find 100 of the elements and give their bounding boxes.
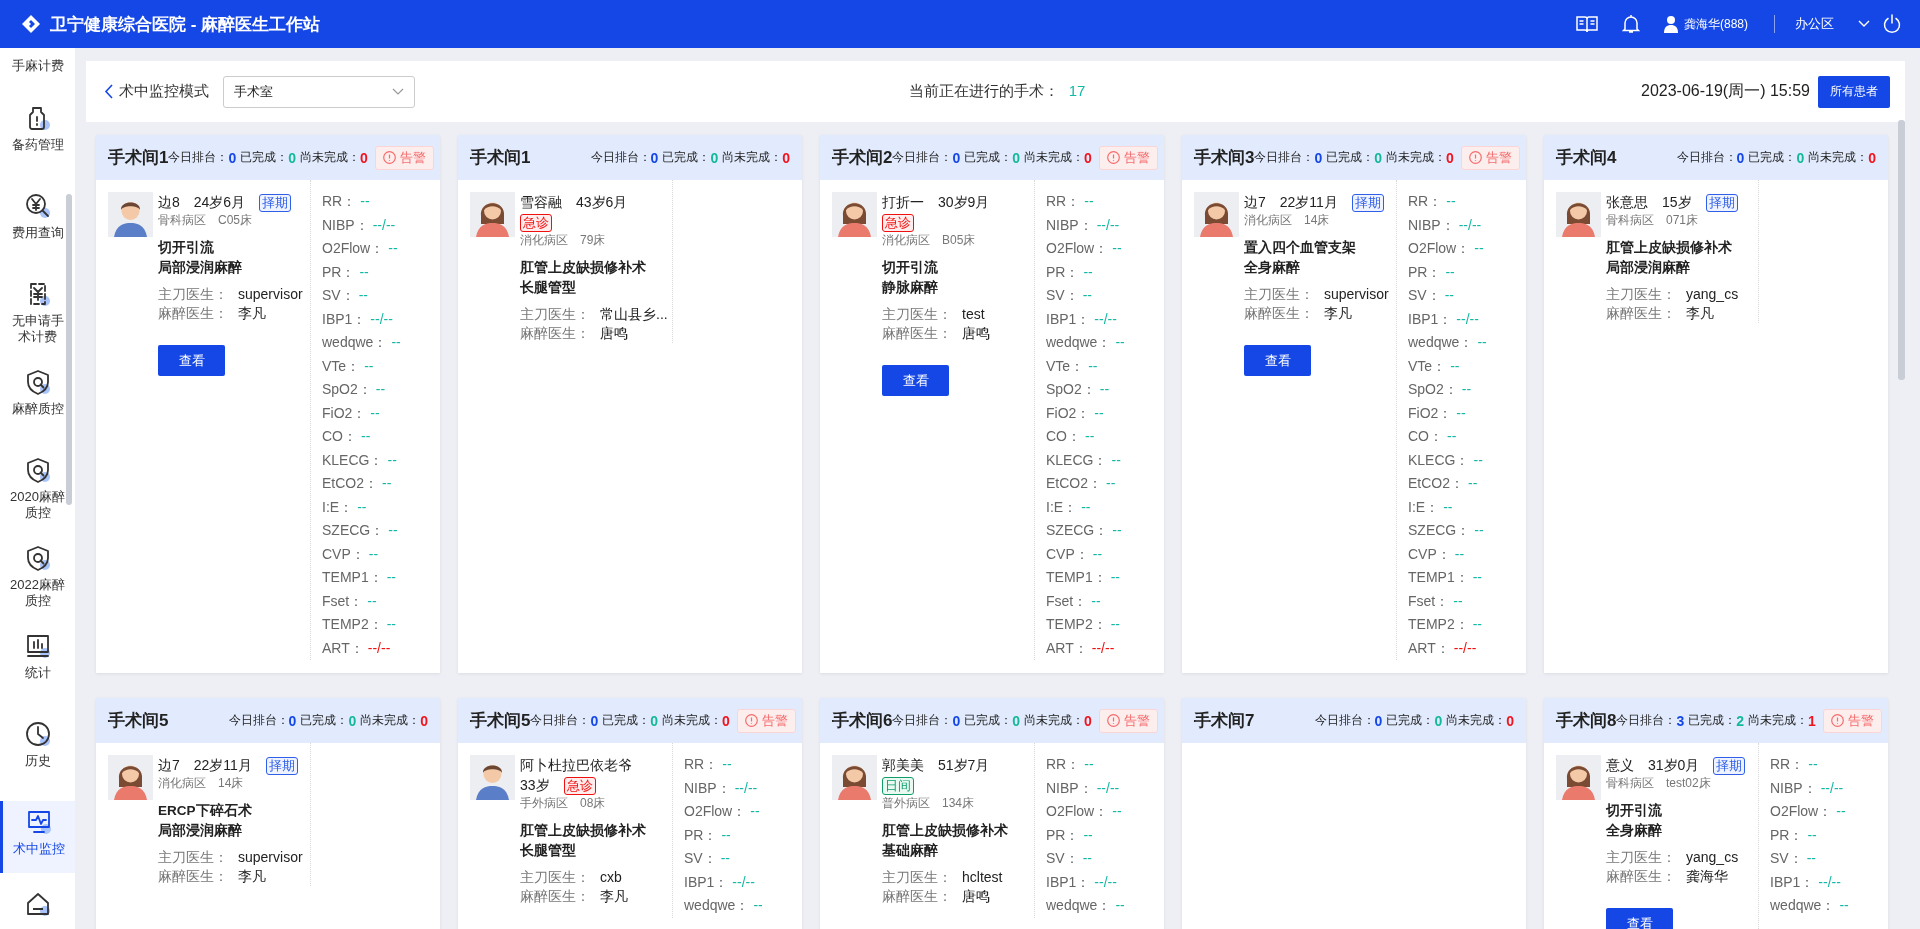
- patient-name: 边7: [158, 757, 180, 773]
- vital-reading: --: [382, 476, 392, 492]
- bell-icon[interactable]: [1622, 14, 1640, 34]
- book-icon[interactable]: [1576, 15, 1598, 33]
- vital-reading: --/--: [1456, 311, 1479, 327]
- user-icon[interactable]: [1664, 15, 1678, 33]
- procedure-name: ERCP下碎石术: [158, 802, 253, 821]
- info-icon: [744, 714, 758, 727]
- power-icon[interactable]: [1882, 14, 1902, 34]
- doctor-name: hcltest: [962, 869, 1003, 886]
- patient-age: 31岁0月: [1648, 757, 1700, 773]
- vital-reading: --/--: [1458, 217, 1482, 233]
- caret-icon: [392, 88, 404, 95]
- sidebar-item[interactable]: 无申请手术计费: [0, 273, 75, 345]
- stat-value: 0: [710, 149, 719, 166]
- all-patients-button[interactable]: 所有患者: [1818, 75, 1890, 108]
- procedure-name: 置入四个血管支架: [1244, 239, 1357, 258]
- stat-label: 今日排台：: [530, 712, 591, 729]
- vital-parameter: SZECG：: [1408, 523, 1471, 539]
- vital-parameter: EtCO2：: [322, 476, 378, 492]
- vital-parameter: O2Flow：: [1770, 804, 1833, 820]
- doctor-label: 麻醉医生：: [1606, 305, 1676, 322]
- vital-reading: --: [1082, 288, 1092, 304]
- procedure-name: 肛管上皮缺损修补术: [1606, 239, 1733, 258]
- vital-reading: --: [1808, 757, 1818, 773]
- scrollbar-thumb[interactable]: [1898, 120, 1905, 380]
- vital-parameter: IBP1：: [1408, 311, 1453, 327]
- stat-value: 3: [1676, 712, 1685, 729]
- stat-value: 0: [1446, 149, 1454, 166]
- doctor-name: supervisor: [238, 286, 303, 303]
- anesthesia-method: 全身麻醉: [1606, 822, 1663, 841]
- vital-parameter: Fset：: [322, 593, 364, 609]
- vital-parameter: RR：: [1046, 757, 1081, 773]
- vital-parameter: I:E：: [1408, 499, 1440, 515]
- vital-parameter: wedqwe：: [1408, 335, 1474, 351]
- patient-name: 郭美美: [882, 757, 924, 773]
- anesthesia-method: 全身麻醉: [1244, 259, 1301, 278]
- alarm-badge: 告警: [1822, 708, 1882, 733]
- patient-name: 雪容融: [520, 194, 562, 210]
- patient-age: 33岁: [520, 777, 550, 793]
- datetime: 2023-06-19(周一) 15:59: [1641, 81, 1810, 101]
- vital-parameter: IBP1：: [1046, 311, 1091, 327]
- vital-parameter: SV：: [1046, 288, 1079, 304]
- view-button[interactable]: 查看: [1606, 908, 1673, 929]
- room-name: 手术间1: [108, 147, 169, 169]
- running-count: 17: [1068, 82, 1086, 99]
- stat-label: 已完成：: [964, 149, 1013, 166]
- vital-reading: --: [388, 523, 398, 539]
- view-button[interactable]: 查看: [882, 365, 949, 397]
- vital-reading: --: [386, 570, 396, 586]
- stat-label: 已完成：: [1688, 712, 1737, 729]
- bed-label: 14床: [218, 776, 244, 791]
- scrollbar-thumb[interactable]: [66, 194, 72, 505]
- vital-parameter: RR：: [322, 194, 357, 210]
- anesthesia-method: 局部浸润麻醉: [158, 822, 243, 841]
- vital-reading: --: [358, 288, 368, 304]
- info-icon: [1468, 151, 1482, 164]
- sidebar-item[interactable]: 2020麻醉质控: [0, 449, 75, 521]
- room-select[interactable]: 手术室: [223, 75, 415, 108]
- vital-reading: --: [1099, 382, 1110, 398]
- doctor-label: 主刀医生：: [882, 869, 952, 886]
- stat-value: 0: [722, 712, 730, 729]
- sidebar-item[interactable]: 统计: [0, 625, 75, 697]
- vital-reading: --: [1450, 358, 1460, 374]
- view-button[interactable]: 查看: [158, 345, 225, 377]
- vital-parameter: CVP：: [322, 546, 365, 562]
- vital-parameter: NIBP：: [684, 780, 731, 796]
- patient-age: 24岁6月: [193, 194, 246, 210]
- back-link[interactable]: 术中监控模式: [104, 82, 209, 101]
- ward-label: 骨科病区: [1606, 213, 1654, 228]
- sidebar-item[interactable]: 历史: [0, 713, 75, 785]
- sidebar-item[interactable]: 备药管理: [0, 97, 75, 169]
- room-name: 手术间3: [1194, 147, 1255, 169]
- stat-label: 尚未完成：: [722, 149, 783, 166]
- vital-reading: --: [1085, 429, 1095, 445]
- sidebar-item[interactable]: 手麻计费: [0, 48, 75, 81]
- stat-value: 0: [348, 712, 357, 729]
- area-label[interactable]: 办公区: [1795, 15, 1834, 33]
- view-button[interactable]: 查看: [1244, 345, 1311, 377]
- vital-reading: --: [753, 898, 763, 914]
- vital-reading: --/--: [1453, 640, 1477, 656]
- vital-reading: --: [721, 827, 731, 843]
- vital-reading: --/--: [1820, 780, 1844, 796]
- stat-label: 尚未完成：: [1024, 712, 1085, 729]
- sidebar-item[interactable]: 费用查询: [0, 185, 75, 257]
- patient-name: 边7: [1244, 194, 1266, 210]
- vital-reading: --/--: [1094, 311, 1117, 327]
- sidebar-item[interactable]: 术中监控: [0, 801, 75, 873]
- chevron-down-icon[interactable]: [1858, 20, 1870, 28]
- procedure-name: 切开引流: [1606, 802, 1663, 821]
- doctor-label: 主刀医生：: [1606, 849, 1676, 866]
- sidebar-item[interactable]: 麻醉质控: [0, 361, 75, 433]
- sidebar-item[interactable]: 2022麻醉质控: [0, 537, 75, 609]
- vital-parameter: CO：: [322, 429, 357, 445]
- stat-value: 0: [1868, 149, 1876, 166]
- stat-value: 0: [782, 149, 790, 166]
- vital-reading: --: [1446, 194, 1456, 210]
- vital-parameter: NIBP：: [1770, 780, 1817, 796]
- user-name[interactable]: 龚海华(888): [1684, 15, 1748, 33]
- doctor-label: 麻醉医生：: [520, 888, 590, 905]
